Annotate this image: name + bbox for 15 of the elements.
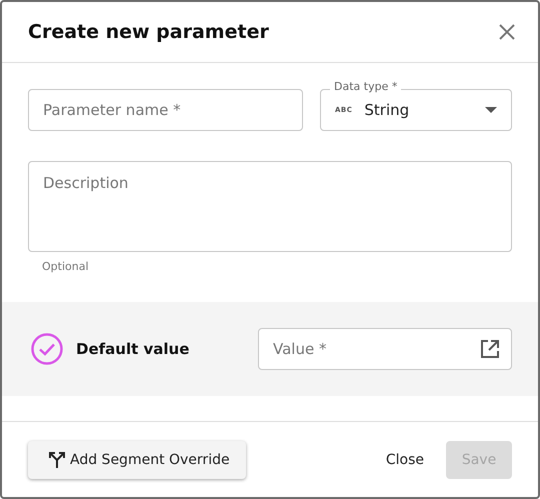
data-type-value: String (364, 101, 410, 119)
close-button[interactable]: Close (378, 444, 432, 476)
value-field[interactable]: Value * (258, 328, 512, 370)
add-segment-override-button[interactable]: Add Segment Override (28, 440, 246, 478)
description-field[interactable]: Description (28, 161, 512, 252)
helper-text: Optional (42, 260, 90, 273)
data-type-label: Data type * (330, 80, 402, 93)
open-external-icon[interactable] (480, 339, 500, 359)
parameter-name-field[interactable]: Parameter name * (28, 89, 303, 131)
caret-icon (485, 107, 497, 113)
split-arrow-icon (48, 450, 66, 468)
close-icon[interactable] (498, 23, 516, 41)
dialog-title: Create new parameter (28, 21, 269, 43)
default-value-label: Default value (76, 340, 190, 358)
checkbox[interactable] (30, 332, 64, 366)
